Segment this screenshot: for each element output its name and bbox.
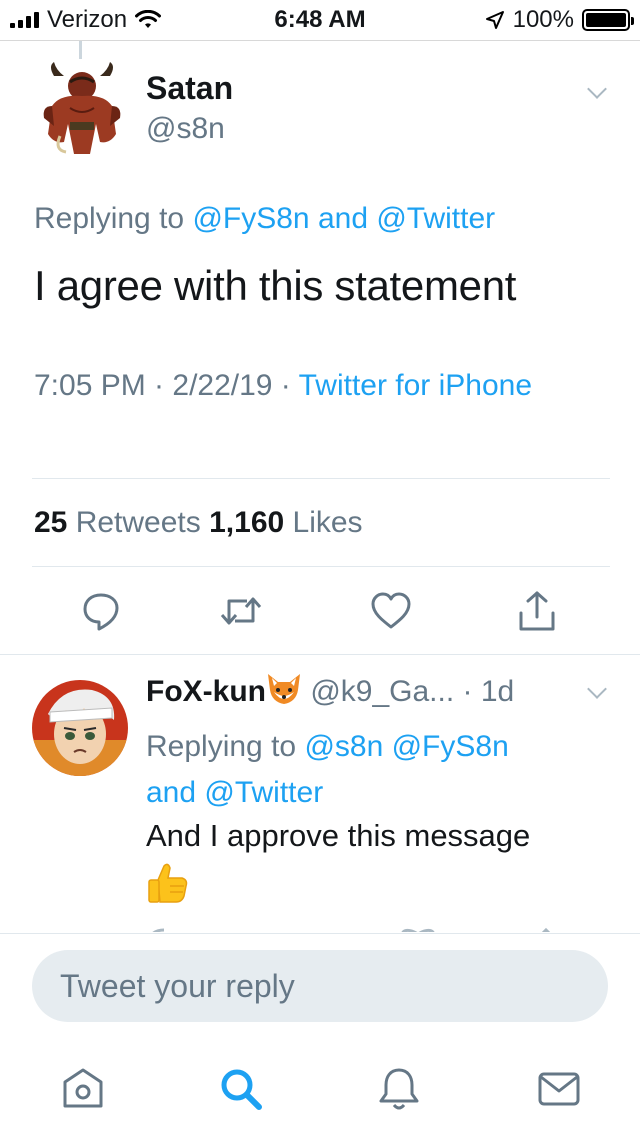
tab-messages[interactable] [534, 1064, 584, 1114]
tweet-meta: 7:05 PM · 2/22/19 · Twitter for iPhone [34, 364, 594, 408]
heart-icon [371, 592, 411, 629]
thumbs-up-icon [148, 863, 188, 903]
tweet-text: And I approve this message [146, 818, 531, 853]
reply-icon [83, 593, 119, 631]
mention-link[interactable]: @Twitter [376, 202, 495, 235]
reply-actions [0, 922, 640, 932]
like-button[interactable] [368, 588, 414, 634]
battery-group: 100% [485, 6, 634, 34]
tweet-source-link[interactable]: Twitter for iPhone [299, 369, 532, 402]
chevron-down-icon[interactable] [587, 679, 607, 699]
replying-to: Replying to @FyS8n and @Twitter [34, 202, 495, 236]
home-icon [63, 1068, 103, 1108]
display-name[interactable]: FoX-kun [146, 675, 266, 708]
mention-link[interactable]: @FyS8n [383, 730, 509, 763]
mention-link[interactable]: @Twitter [204, 776, 323, 809]
reply-header: FoX-kun @k9_Ga... · 1d [146, 672, 514, 709]
messages-icon [538, 1072, 580, 1106]
tab-notifications[interactable] [374, 1064, 424, 1114]
tab-search[interactable] [216, 1064, 266, 1114]
search-icon [221, 1069, 262, 1110]
retweet-icon[interactable] [268, 926, 308, 932]
share-icon[interactable] [526, 926, 566, 932]
replying-and: and [146, 776, 205, 809]
mention-link[interactable]: @s8n [304, 730, 383, 763]
replying-to: Replying to @s8n @FyS8n and @Twitter [146, 724, 616, 816]
reply-icon[interactable] [144, 926, 184, 932]
tweet-timestamp: 7:05 PM · 2/22/19 · [34, 369, 299, 402]
tab-home[interactable] [58, 1064, 108, 1114]
notifications-icon [379, 1068, 419, 1110]
share-icon [519, 591, 555, 631]
reply-placeholder: Tweet your reply [60, 967, 295, 1004]
mention-link[interactable]: @FyS8n [192, 202, 309, 235]
tweet-stats: 25 Retweets 1,160 Likes [34, 506, 363, 540]
tweet-age: · 1d [454, 675, 515, 708]
tweet-actions [0, 588, 640, 634]
status-bar: Verizon 6:48 AM 100% [0, 0, 640, 40]
avatar[interactable] [32, 680, 128, 776]
location-arrow-icon [485, 11, 504, 29]
share-button[interactable] [514, 588, 560, 634]
replying-prefix: Replying to [146, 730, 305, 763]
tab-bar [0, 1052, 640, 1136]
retweet-label[interactable]: Retweets [67, 506, 209, 539]
replying-prefix: Replying to [34, 202, 193, 235]
reply-input[interactable]: Tweet your reply [32, 950, 608, 1022]
divider [32, 478, 610, 479]
thread-line [79, 41, 82, 59]
divider [32, 566, 610, 567]
like-count[interactable]: 1,160 [209, 506, 284, 539]
retweet-button[interactable] [218, 588, 264, 634]
status-divider [0, 40, 640, 41]
compose-divider [0, 933, 640, 934]
tweet-text: I agree with this statement [34, 262, 517, 309]
replying-and: and [309, 202, 377, 235]
display-name[interactable]: Satan [146, 70, 233, 107]
retweet-icon [220, 597, 262, 625]
section-divider [0, 654, 640, 655]
fox-face-icon [268, 674, 300, 704]
user-handle[interactable]: @k9_Ga... [302, 675, 454, 708]
battery-icon [582, 9, 634, 31]
battery-percent: 100% [512, 6, 574, 33]
chevron-down-icon[interactable] [587, 79, 607, 99]
user-handle[interactable]: @s8n [146, 112, 225, 146]
heart-icon[interactable] [398, 926, 438, 932]
retweet-count[interactable]: 25 [34, 506, 67, 539]
reply-button[interactable] [78, 588, 124, 634]
avatar[interactable] [40, 62, 124, 158]
like-label[interactable]: Likes [284, 506, 363, 539]
